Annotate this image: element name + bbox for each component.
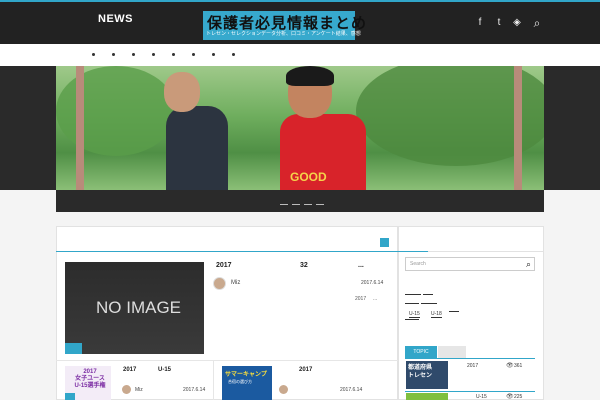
tab[interactable] xyxy=(438,346,452,358)
popular-title[interactable]: U-15 xyxy=(476,394,487,400)
nav-item[interactable] xyxy=(112,53,115,56)
category-badge[interactable] xyxy=(65,343,82,354)
tab-underline xyxy=(405,358,535,359)
shirt-text: GOOD xyxy=(290,170,327,184)
search-icon[interactable]: ⌕ xyxy=(530,16,544,30)
nav-item[interactable] xyxy=(92,53,95,56)
category-link[interactable] xyxy=(423,294,433,295)
twitter-icon[interactable]: t xyxy=(492,16,506,30)
popular-thumbnail[interactable]: 都道府県 トレセン xyxy=(406,361,448,389)
no-image-label: NO IMAGE xyxy=(96,298,182,317)
slider-indicator[interactable] xyxy=(280,204,288,205)
post-date: 2017.6.14 xyxy=(361,280,384,286)
post-date: 2017.6.14 xyxy=(183,387,206,393)
category-badge[interactable] xyxy=(65,393,75,400)
facebook-icon[interactable]: f xyxy=(473,16,487,30)
background-tree xyxy=(56,66,176,156)
nav-item[interactable] xyxy=(172,53,175,56)
site-logo[interactable]: 保護者必見情報まとめ トレセン・セレクションデータ分析、口コミ・アンケート結果、… xyxy=(203,11,366,40)
featured-title-ellipsis[interactable]: ... xyxy=(358,262,364,269)
nav-item[interactable] xyxy=(212,53,215,56)
slider-indicator[interactable] xyxy=(304,204,312,205)
card-thumbnail-text: サマーキャンプ xyxy=(225,372,267,378)
referee-figure xyxy=(166,106,228,190)
player-hair xyxy=(286,66,334,86)
view-count: 361 xyxy=(514,363,523,369)
card-tag[interactable]: U-15 xyxy=(158,367,171,373)
category-link[interactable] xyxy=(405,294,421,295)
excerpt-text: 2017 xyxy=(355,296,367,302)
post-date: 2017.6.14 xyxy=(340,387,363,393)
view-count: 225 xyxy=(514,394,523,400)
category-nav xyxy=(0,44,600,66)
popular-title[interactable]: 2017 xyxy=(467,363,478,369)
search-input[interactable]: Search ⌕ xyxy=(405,257,535,271)
background-pole xyxy=(514,66,522,190)
nav-item[interactable] xyxy=(232,53,235,56)
section-marker xyxy=(380,238,389,247)
category-link-u15[interactable]: U-15 xyxy=(409,311,420,318)
nav-item[interactable] xyxy=(192,53,195,56)
background-pole xyxy=(76,66,84,190)
divider xyxy=(213,360,214,400)
search-placeholder: Search xyxy=(410,261,426,267)
eye-icon: 👁 xyxy=(506,363,514,369)
slider-indicator[interactable] xyxy=(316,204,324,205)
section-underline xyxy=(56,251,398,252)
category-link[interactable] xyxy=(405,319,419,320)
author-name: Miz xyxy=(135,387,143,393)
nav-item[interactable] xyxy=(152,53,155,56)
search-icon[interactable]: ⌕ xyxy=(526,259,531,270)
tab-topic[interactable]: TOPIC xyxy=(405,346,437,358)
nav-item[interactable] xyxy=(132,53,135,56)
divider xyxy=(405,391,535,392)
featured-title[interactable]: 2017 xyxy=(216,262,232,269)
card-thumbnail[interactable]: サマーキャンプ 合宿の選び方 xyxy=(222,366,272,400)
nav-news-link[interactable]: NEWS xyxy=(98,13,133,25)
hero-caption-bar xyxy=(56,190,544,212)
eye-icon: 👁 xyxy=(506,394,514,400)
feedly-icon[interactable]: ◈ xyxy=(510,16,524,30)
category-link[interactable] xyxy=(405,303,419,304)
card-title[interactable]: 2017 xyxy=(299,367,312,373)
category-link-u18[interactable]: U-18 xyxy=(431,311,442,318)
top-header: NEWS 保護者必見情報まとめ トレセン・セレクションデータ分析、口コミ・アンケ… xyxy=(0,0,600,44)
hero-slider-image[interactable]: GOOD xyxy=(56,66,544,190)
referee-head xyxy=(164,72,200,112)
popular-thumbnail[interactable] xyxy=(406,393,448,400)
avatar xyxy=(122,385,131,394)
author-name: Miz xyxy=(231,280,241,286)
logo-subtitle: トレセン・セレクションデータ分析、口コミ・アンケート結果、感想 xyxy=(206,31,361,37)
popular-thumbnail-text: 都道府県 トレセン xyxy=(408,365,433,379)
card-title[interactable]: 2017 xyxy=(123,367,136,373)
category-link[interactable] xyxy=(421,303,437,304)
avatar xyxy=(213,277,226,290)
sidebar-underline-accent xyxy=(398,251,428,252)
card-thumbnail-text: 2017 女子ユース U-15選手権 xyxy=(74,369,106,389)
category-link[interactable] xyxy=(449,311,459,312)
avatar xyxy=(279,385,288,394)
slider-indicator[interactable] xyxy=(292,204,300,205)
divider xyxy=(56,360,398,361)
card-thumbnail-subtext: 合宿の選び方 xyxy=(228,379,252,384)
excerpt-ellipsis: ... xyxy=(373,296,378,302)
featured-title-number[interactable]: 32 xyxy=(300,262,308,269)
tab[interactable] xyxy=(452,346,466,358)
